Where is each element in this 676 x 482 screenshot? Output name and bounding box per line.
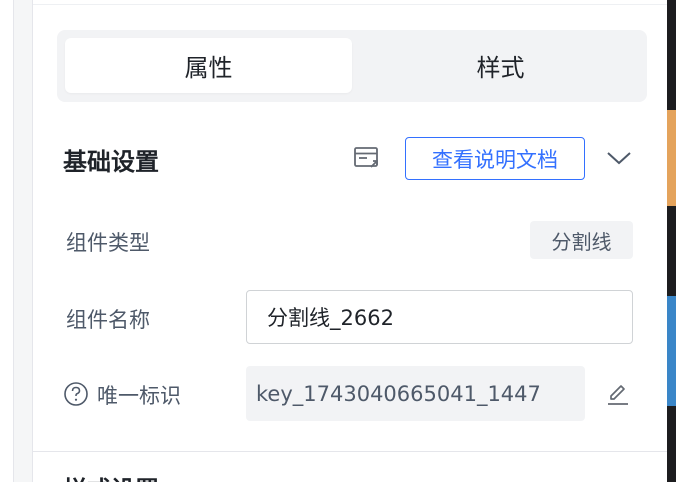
app-window: 属性 样式 基础设置 查看说明文档 组件类型 分割线 组件名称 唯一标识 key… (0, 0, 676, 482)
window-link-icon[interactable] (353, 145, 381, 171)
panel-gap (14, 0, 32, 482)
component-type-label: 组件类型 (66, 231, 150, 255)
unique-id-label: 唯一标识 (97, 384, 181, 408)
edit-pencil-icon[interactable] (605, 381, 631, 407)
chevron-down-icon[interactable] (605, 146, 633, 170)
background-window-segment (667, 110, 676, 206)
question-circle-icon[interactable] (63, 381, 89, 407)
tab-properties[interactable]: 属性 (65, 38, 352, 93)
section-divider (33, 451, 668, 452)
view-docs-button[interactable]: 查看说明文档 (405, 137, 585, 180)
unique-id-value: key_1743040665041_1447 (246, 366, 585, 421)
component-name-label: 组件名称 (66, 308, 150, 332)
component-name-input[interactable] (246, 290, 633, 344)
tab-style[interactable]: 样式 (357, 38, 644, 93)
properties-panel: 属性 样式 基础设置 查看说明文档 组件类型 分割线 组件名称 唯一标识 key… (32, 0, 668, 482)
panel-top-border (33, 4, 668, 5)
component-type-tag: 分割线 (530, 221, 633, 259)
left-panel-edge (0, 0, 14, 482)
section-title-basic-settings: 基础设置 (63, 148, 159, 176)
background-window-edge (667, 0, 676, 482)
background-window-segment (667, 296, 676, 406)
section-title-style-settings: 样式设置 (63, 470, 159, 482)
tab-bar: 属性 样式 (57, 30, 647, 102)
